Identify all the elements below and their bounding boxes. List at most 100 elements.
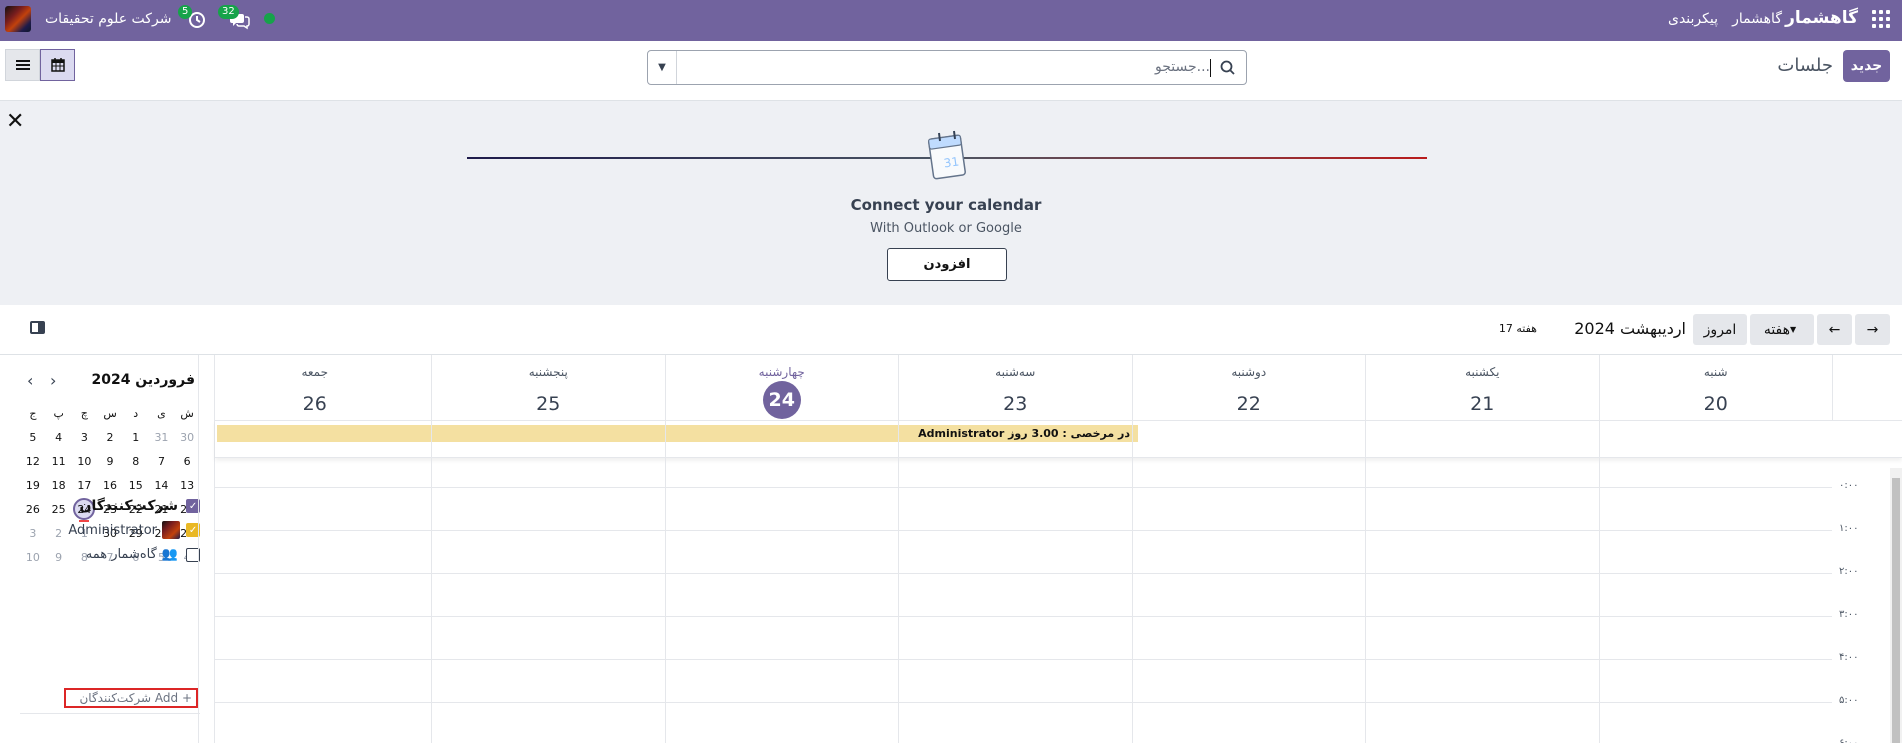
mini-day[interactable]: 16 — [97, 473, 123, 497]
time-label: ۴:۰۰ — [1839, 652, 1859, 663]
menu-calendar[interactable]: گاهشمار — [1732, 11, 1782, 27]
mini-day[interactable]: 12 — [20, 449, 46, 473]
banner-subheading: With Outlook or Google — [870, 221, 1022, 236]
online-status-icon — [264, 13, 275, 24]
mini-day[interactable]: 2 — [97, 425, 123, 449]
mini-day[interactable]: 19 — [20, 473, 46, 497]
mini-day[interactable]: 7 — [149, 449, 175, 473]
user-avatar[interactable] — [5, 6, 31, 32]
hour-line — [215, 616, 1832, 617]
mini-day[interactable]: 18 — [46, 473, 72, 497]
mini-next-month-icon[interactable]: › — [50, 371, 56, 390]
connect-calendar-banner: ✕ 31 Connect your calendar With Outlook … — [0, 101, 1902, 305]
new-button[interactable]: جدید — [1843, 50, 1890, 82]
mini-day[interactable]: 1 — [123, 425, 149, 449]
scale-dropdown[interactable]: هفته ▼ — [1750, 314, 1814, 345]
mini-day[interactable]: 4 — [46, 425, 72, 449]
calendar-sidebar: فروردین 2024 ‹ › شیدسچپج 30 31 1 2 3 4 5 6 7 8 9 10… — [0, 355, 215, 743]
list-icon — [15, 60, 30, 70]
next-period-button[interactable]: → — [1855, 314, 1890, 345]
day-header[interactable]: جمعه 26 — [197, 355, 432, 420]
mini-day[interactable]: 3 — [71, 425, 97, 449]
mini-prev-month-icon[interactable]: ‹ — [27, 371, 33, 390]
search-input[interactable]: جستجو... — [1155, 59, 1210, 75]
mini-calendar: شیدسچپج 30 31 1 2 3 4 5 6 7 8 9 10 11 12 13 14 15 16 17 18 1… — [20, 401, 200, 569]
previous-period-button[interactable]: ← — [1817, 314, 1852, 345]
day-header[interactable]: یکشنبه 21 — [1365, 355, 1599, 420]
day-header[interactable]: شنبه 20 — [1598, 355, 1833, 420]
mini-weekday-label: س — [103, 406, 117, 420]
arrow-left-icon: ← — [1828, 321, 1841, 338]
timeline-scrollbar[interactable] — [1890, 468, 1902, 743]
mini-day[interactable]: 6 — [174, 449, 200, 473]
scrollbar-thumb[interactable] — [1892, 478, 1900, 743]
day-header[interactable]: دوشنبه 22 — [1131, 355, 1366, 420]
arrow-right-icon: → — [1866, 321, 1879, 338]
company-switcher[interactable]: شرکت علوم تحقیقات — [45, 11, 171, 27]
close-icon[interactable]: ✕ — [6, 109, 24, 134]
hour-line — [215, 702, 1832, 703]
mini-weekday-label: ش — [180, 406, 194, 420]
mini-day[interactable]: 17 — [71, 473, 97, 497]
app-brand[interactable]: گاهشمار — [1785, 8, 1858, 28]
mini-day[interactable]: 5 — [20, 425, 46, 449]
mini-weekday-label: پ — [53, 406, 64, 420]
day-name: دوشنبه — [1231, 365, 1267, 379]
time-label: ۰:۰۰ — [1839, 480, 1859, 491]
day-name: جمعه — [301, 365, 329, 379]
day-header[interactable]: چهارشنبه 24 — [664, 355, 899, 420]
calendar-view-button[interactable] — [40, 49, 75, 81]
attendee-item[interactable]: ✓ Administrator — [10, 521, 200, 539]
day-number: 26 — [302, 393, 327, 415]
hour-line — [215, 487, 1832, 488]
mini-calendar-title: فروردین 2024 — [91, 372, 195, 388]
mini-day[interactable]: 9 — [97, 449, 123, 473]
day-name: سه‌شنبه — [995, 365, 1036, 379]
add-calendar-button[interactable]: افزودن — [887, 248, 1007, 281]
attendee-label: Administrator — [68, 522, 157, 538]
attendee-item-everybody[interactable]: 👥 گاه‌شمار همه — [10, 547, 200, 562]
search-bar[interactable]: ▼ جستجو... — [647, 50, 1247, 85]
menu-configuration[interactable]: پیکربندی — [1668, 11, 1718, 27]
all-day-event[interactable]: در مرخصی : 3.00 روز Administrator — [217, 425, 1138, 442]
search-icon[interactable] — [1218, 58, 1238, 78]
caret-down-icon: ▼ — [658, 62, 666, 73]
attendee-avatar — [162, 521, 180, 539]
day-name: پنجشنبه — [528, 365, 568, 379]
time-label: ۶:۰۰ — [1839, 738, 1858, 743]
mini-day[interactable]: 8 — [123, 449, 149, 473]
today-button[interactable]: امروز — [1693, 314, 1747, 345]
control-panel: جدید جلسات ▼ جستجو... — [0, 41, 1902, 101]
apps-menu-icon[interactable] — [1872, 10, 1890, 28]
hour-line — [215, 659, 1832, 660]
mini-weekday-label: ج — [29, 406, 37, 420]
list-view-button[interactable] — [5, 49, 40, 81]
text-cursor — [1210, 59, 1211, 77]
mini-weekday-label: ی — [157, 406, 166, 420]
day-header[interactable]: پنجشنبه 25 — [431, 355, 665, 420]
calendar-icon — [50, 58, 65, 72]
mini-day[interactable]: 11 — [46, 449, 72, 473]
attendees-header[interactable]: ✓ شرکت‌کنندگان — [10, 498, 200, 514]
add-attendees-input[interactable]: + Add شرکت‌کنندگان — [64, 688, 198, 708]
toggle-sidebar-icon[interactable] — [30, 321, 45, 334]
mini-day[interactable]: 15 — [123, 473, 149, 497]
scale-label: هفته — [1763, 321, 1791, 338]
mini-week-row: 30 31 1 2 3 4 5 — [20, 425, 200, 449]
day-name: یکشنبه — [1465, 365, 1500, 379]
caret-down-icon: ▼ — [1790, 325, 1797, 334]
week-label: هفته 17 — [1498, 322, 1537, 335]
time-label: ۵:۰۰ — [1839, 695, 1859, 706]
search-options-toggle[interactable]: ▼ — [648, 51, 677, 84]
day-header[interactable]: سه‌شنبه 23 — [898, 355, 1132, 420]
users-icon: 👥 — [161, 547, 178, 562]
mini-week-row: 13 14 15 16 17 18 19 — [20, 473, 200, 497]
mini-day[interactable]: 14 — [149, 473, 175, 497]
sidebar-divider — [20, 713, 200, 714]
mini-day[interactable]: 10 — [71, 449, 97, 473]
mini-day[interactable]: 31 — [149, 425, 175, 449]
mini-day[interactable]: 13 — [174, 473, 200, 497]
day-column-divider — [1365, 420, 1366, 743]
mini-day[interactable]: 30 — [174, 425, 200, 449]
hour-line — [215, 530, 1832, 531]
